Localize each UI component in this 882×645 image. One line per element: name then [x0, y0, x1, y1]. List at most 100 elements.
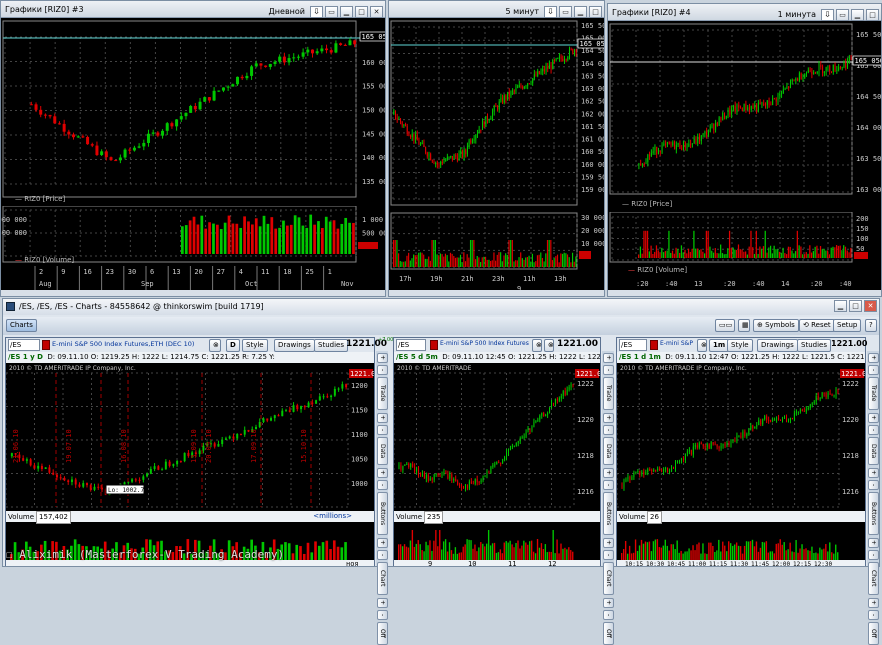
zoom-button[interactable]: +: [868, 538, 879, 548]
side-button-off[interactable]: Off: [868, 622, 879, 645]
minimize-icon[interactable]: ▁: [851, 9, 864, 21]
zoom-button[interactable]: +: [603, 353, 614, 363]
horizontal-scrollbar[interactable]: [389, 290, 605, 297]
zoom-button[interactable]: -: [603, 610, 614, 620]
download-icon[interactable]: ⇩: [310, 6, 323, 18]
pin-icon[interactable]: ⊗: [209, 339, 221, 352]
symbols-button[interactable]: ⊕ Symbols: [753, 319, 799, 332]
pin-icon[interactable]: ⊗: [532, 339, 542, 352]
window-titlebar[interactable]: Графики [RIZ0] #3 Дневной ⇩ ▭ ▁ □ ✕: [1, 1, 385, 18]
zoom-button[interactable]: -: [868, 365, 879, 375]
minimize-icon[interactable]: ▁: [834, 300, 847, 312]
maximize-icon[interactable]: □: [849, 300, 862, 312]
side-button-buttons[interactable]: Buttons: [603, 492, 614, 535]
pin-icon[interactable]: ⊗: [697, 339, 707, 352]
zoom-button[interactable]: +: [603, 538, 614, 548]
side-button-trade[interactable]: Trade: [377, 377, 388, 410]
chart-panel-5min[interactable]: /ES E-mini S&P 500 Index Futures ⊗ ⊗ 122…: [393, 337, 601, 566]
symbol-input[interactable]: /ES: [396, 339, 426, 351]
thinkorswim-window[interactable]: /ES, /ES, /ES - Charts - 84558642 @ thin…: [2, 298, 880, 567]
download-icon[interactable]: ⇩: [821, 9, 834, 21]
horizontal-scrollbar[interactable]: [608, 290, 882, 297]
volume-chart[interactable]: 30 00020 00010 000: [389, 211, 605, 271]
window-titlebar[interactable]: Графики [RIZ0] #4 1 минута ⇩ ▭ ▁ □: [608, 4, 881, 21]
chart-window-1min[interactable]: Графики [RIZ0] #4 1 минута ⇩ ▭ ▁ □ 165 5…: [607, 3, 882, 297]
zoom-button[interactable]: +: [868, 353, 879, 363]
zoom-button[interactable]: -: [868, 425, 879, 435]
drawings-button[interactable]: Drawings: [274, 339, 315, 352]
close-icon[interactable]: ✕: [370, 6, 383, 18]
zoom-button[interactable]: -: [377, 610, 388, 620]
restore-icon[interactable]: ▭: [836, 9, 849, 21]
studies-button[interactable]: Studies: [797, 339, 831, 352]
side-button-buttons[interactable]: Buttons: [868, 492, 879, 535]
link-icon[interactable]: ⊗: [544, 339, 554, 352]
zoom-button[interactable]: +: [603, 413, 614, 423]
price-chart[interactable]: 165 500165 000164 500164 000163 500163 0…: [389, 19, 605, 209]
timeframe-select[interactable]: 5 минут: [506, 3, 543, 20]
zoom-button[interactable]: +: [868, 413, 879, 423]
side-button-chart[interactable]: Chart: [377, 562, 388, 595]
horizontal-scrollbar[interactable]: [1, 290, 386, 297]
tab-charts[interactable]: Charts: [6, 319, 37, 332]
setup-button[interactable]: Setup: [833, 319, 861, 332]
tos-titlebar[interactable]: /ES, /ES, /ES - Charts - 84558642 @ thin…: [3, 299, 879, 315]
maximize-icon[interactable]: □: [355, 6, 368, 18]
aggregation-select[interactable]: D: [226, 339, 240, 352]
side-button-data[interactable]: Data: [603, 437, 614, 465]
layout-icon[interactable]: ▭▭: [715, 319, 735, 332]
maximize-icon[interactable]: □: [866, 9, 879, 21]
side-button-trade[interactable]: Trade: [868, 377, 879, 410]
zoom-button[interactable]: -: [377, 425, 388, 435]
zoom-button[interactable]: -: [603, 550, 614, 560]
zoom-button[interactable]: -: [868, 480, 879, 490]
zoom-button[interactable]: +: [868, 468, 879, 478]
timeframe-select[interactable]: Дневной: [269, 3, 308, 20]
grid-icon[interactable]: ▦: [738, 319, 750, 332]
minimize-icon[interactable]: ▁: [340, 6, 353, 18]
help-icon[interactable]: ?: [865, 319, 877, 332]
side-button-data[interactable]: Data: [377, 437, 388, 465]
volume-chart[interactable]: 20015010050: [608, 212, 882, 264]
side-button-chart[interactable]: Chart: [868, 562, 879, 595]
close-icon[interactable]: ✕: [864, 300, 877, 312]
side-button-off[interactable]: Off: [377, 622, 388, 645]
zoom-button[interactable]: -: [603, 365, 614, 375]
symbol-input[interactable]: /ES: [619, 339, 647, 351]
price-chart[interactable]: 12221220121812161221.00: [394, 363, 600, 511]
side-button-trade[interactable]: Trade: [603, 377, 614, 410]
price-chart[interactable]: 12221220121812161221.00: [617, 363, 865, 511]
chart-panel-daily[interactable]: /ES E-mini S&P 500 Index Futures,ETH (DE…: [5, 337, 375, 566]
zoom-button[interactable]: +: [377, 353, 388, 363]
price-chart[interactable]: 165 500165 000164 500164 000163 500163 0…: [608, 22, 882, 210]
volume-chart[interactable]: 1 000 000500 00001 000 000500 000: [1, 206, 386, 263]
zoom-button[interactable]: -: [868, 550, 879, 560]
window-titlebar[interactable]: 5 минут ⇩ ▭ ▁ □: [389, 1, 604, 18]
timeframe-select[interactable]: 1 минута: [778, 6, 819, 23]
restore-icon[interactable]: ▭: [559, 6, 572, 18]
minimize-icon[interactable]: ▁: [574, 6, 587, 18]
zoom-button[interactable]: +: [603, 468, 614, 478]
reset-button[interactable]: ⟲ Reset: [799, 319, 835, 332]
zoom-button[interactable]: -: [868, 610, 879, 620]
zoom-button[interactable]: -: [377, 365, 388, 375]
volume-chart[interactable]: 3,000010:1510:3010:4511:0011:1511:3011:4…: [617, 522, 865, 566]
style-button[interactable]: Style: [242, 339, 268, 352]
zoom-button[interactable]: -: [603, 425, 614, 435]
maximize-icon[interactable]: □: [589, 6, 602, 18]
chart-window-5min[interactable]: 5 минут ⇩ ▭ ▁ □ 165 500165 000164 500164…: [388, 0, 605, 297]
zoom-button[interactable]: -: [603, 480, 614, 490]
symbol-input[interactable]: /ES: [8, 339, 40, 351]
chart-window-daily[interactable]: Графики [RIZ0] #3 Дневной ⇩ ▭ ▁ □ ✕ 165 …: [0, 0, 386, 297]
zoom-button[interactable]: +: [377, 413, 388, 423]
studies-button[interactable]: Studies: [314, 339, 348, 352]
zoom-button[interactable]: +: [377, 538, 388, 548]
restore-icon[interactable]: ▭: [325, 6, 338, 18]
zoom-button[interactable]: +: [377, 468, 388, 478]
price-chart[interactable]: 120011501100105010001221.0021.06.1019.07…: [6, 363, 374, 511]
zoom-button[interactable]: -: [377, 550, 388, 560]
side-button-data[interactable]: Data: [868, 437, 879, 465]
price-chart[interactable]: 165 000160 000155 000150 000145 000140 0…: [1, 19, 386, 205]
chart-panel-1min[interactable]: /ES E-mini S&P ⊗ 1m Style Drawings Studi…: [616, 337, 866, 566]
volume-chart[interactable]: 10,00009101112: [394, 522, 600, 566]
